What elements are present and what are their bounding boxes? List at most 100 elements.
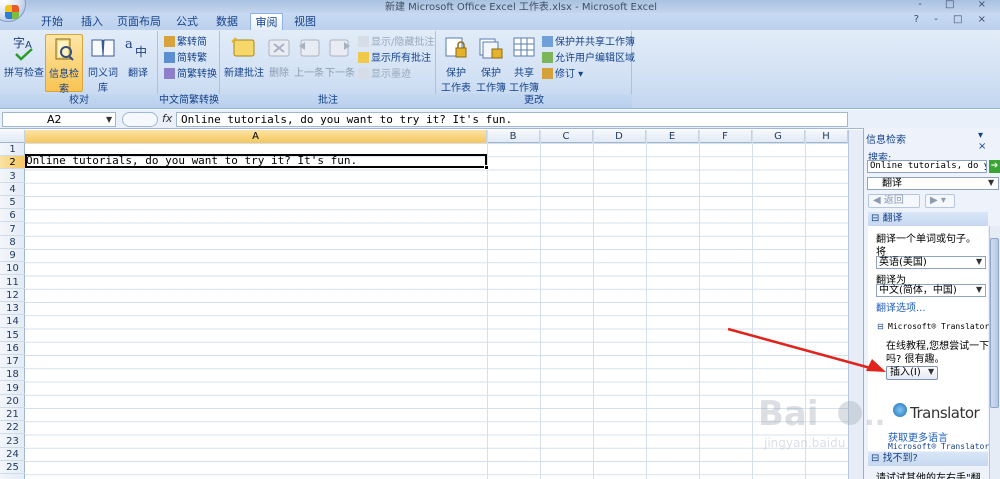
protect-sheet-button[interactable]: 保护 工作表 [440, 34, 472, 94]
research-label: 信息检索 [49, 69, 79, 95]
research-button[interactable]: 信息检索 [45, 34, 83, 95]
protect-share-button[interactable]: 保护并共享工作簿 [542, 36, 635, 50]
row-header[interactable]: 2 [0, 156, 25, 170]
column-header-d[interactable]: D [593, 130, 646, 143]
window-title: 新建 Microsoft Office Excel 工作表.xlsx - Mic… [385, 2, 658, 13]
reference-service-select[interactable]: 翻译 [867, 177, 999, 190]
row-header[interactable]: 23 [0, 435, 25, 448]
row-header[interactable]: 7 [0, 223, 25, 236]
translate-options-link[interactable]: 翻译选项... [876, 299, 926, 314]
thesaurus-button[interactable]: 同义词库 [84, 34, 122, 94]
protect-workbook-icon [479, 38, 503, 59]
cell-grid[interactable] [25, 143, 848, 479]
delete-comment-button[interactable]: 删除 [265, 34, 293, 92]
to-traditional-icon [164, 52, 175, 63]
row-header[interactable]: 25 [0, 461, 25, 475]
row-header[interactable]: 11 [0, 276, 25, 289]
tab-home[interactable]: 开始 [36, 13, 68, 30]
row-header[interactable]: 20 [0, 395, 25, 408]
row-header[interactable]: 18 [0, 368, 25, 382]
row-header[interactable]: 9 [0, 249, 25, 263]
column-header-g[interactable]: G [752, 130, 805, 143]
row-header[interactable]: 8 [0, 236, 25, 249]
research-pane-title: 信息检索 [866, 135, 906, 146]
spelling-label: 拼写检查 [4, 68, 44, 79]
protect-share-label: 保护并共享工作簿 [555, 37, 635, 48]
allow-edit-ranges-button[interactable]: 允许用户编辑区域 [542, 52, 635, 66]
row-header[interactable]: 15 [0, 329, 25, 342]
from-language-select[interactable]: 英语(美国) [876, 256, 986, 269]
column-header-e[interactable]: E [646, 130, 699, 143]
formula-input[interactable]: Online tutorials, do you want to try it?… [176, 112, 848, 127]
chevron-down-icon[interactable]: ▼ [976, 257, 982, 266]
column-header-b[interactable]: B [487, 130, 540, 143]
to-traditional-button[interactable]: 简转繁 [164, 52, 207, 66]
chevron-down-icon[interactable]: ▼ [988, 178, 994, 187]
show-all-comments-button[interactable]: 显示所有批注 [358, 52, 431, 66]
row-header[interactable]: 10 [0, 262, 25, 276]
column-header-a[interactable]: A [25, 130, 487, 143]
tab-review[interactable]: 审阅 [250, 13, 283, 30]
show-hide-comment-button[interactable]: 显示/隐藏批注 [358, 36, 434, 50]
tab-formulas[interactable]: 公式 [171, 13, 203, 30]
protect-workbook-button[interactable]: 保护 工作簿 ▾ [472, 34, 510, 105]
translate-hint: 翻译一个单词或句子。 [876, 234, 976, 245]
forward-button[interactable]: ▶ ▾ [925, 194, 955, 208]
to-simplified-button[interactable]: 繁转简 [164, 36, 207, 50]
research-pane-scroll-thumb[interactable] [990, 238, 999, 408]
track-changes-button[interactable]: 修订 ▾ [542, 68, 583, 82]
row-header[interactable]: 22 [0, 421, 25, 435]
row-header[interactable]: 16 [0, 342, 25, 355]
column-header-c[interactable]: C [540, 130, 593, 143]
row-header[interactable]: 6 [0, 209, 25, 223]
search-go-button[interactable]: ➔ [989, 160, 1000, 173]
insert-function-button[interactable]: fx [162, 112, 172, 125]
show-hide-comment-icon [358, 36, 369, 47]
translate-button[interactable]: a 中 翻译 [122, 34, 154, 92]
row-header[interactable]: 21 [0, 408, 25, 422]
proofing-group-label: 校对 [0, 94, 158, 108]
row-header[interactable]: 3 [0, 170, 25, 183]
window-controls[interactable]: - □ × [918, 0, 996, 10]
formula-bar-expand-icon[interactable] [122, 112, 158, 127]
fill-handle[interactable] [484, 165, 489, 170]
column-header-f[interactable]: F [699, 130, 752, 143]
next-comment-button[interactable]: 下一条 [325, 34, 355, 92]
spelling-button[interactable]: 字 A 拼写检查 [4, 34, 44, 92]
show-ink-button[interactable]: 显示墨迹 [358, 68, 411, 82]
row-header[interactable]: 4 [0, 183, 25, 196]
research-pane-close-icon[interactable]: ▾ × [978, 130, 1000, 152]
thesaurus-book-icon [91, 39, 115, 57]
row-header[interactable]: 24 [0, 448, 25, 461]
search-input[interactable]: Online tutorials, do you w [867, 160, 987, 173]
select-all-button[interactable] [0, 130, 25, 143]
chevron-down-icon[interactable]: ▼ [928, 367, 934, 376]
prev-comment-button[interactable]: 上一条 [294, 34, 324, 92]
to-language-select[interactable]: 中文(简体，中国) [876, 284, 986, 297]
row-header[interactable]: 5 [0, 196, 25, 210]
name-box[interactable]: A2 [2, 112, 116, 127]
row-header[interactable]: 19 [0, 382, 25, 395]
grid-line [752, 130, 753, 479]
row-header[interactable]: 17 [0, 355, 25, 369]
row-header[interactable]: 12 [0, 289, 25, 302]
tab-view[interactable]: 视图 [289, 13, 321, 30]
help-icon[interactable]: ? - □ × [914, 14, 992, 25]
back-button[interactable]: ◀ 返回 [868, 194, 920, 208]
translate-section-header[interactable]: ⊟ 翻译 [868, 212, 988, 226]
share-workbook-button[interactable]: 共享 工作簿 [508, 34, 540, 94]
chevron-down-icon[interactable]: ▼ [976, 285, 982, 294]
row-header[interactable]: 1 [0, 143, 25, 157]
row-header[interactable]: 14 [0, 315, 25, 329]
office-logo-icon [5, 5, 19, 19]
tab-insert[interactable]: 插入 [76, 13, 108, 30]
name-box-dropdown-icon[interactable]: ▼ [106, 112, 112, 127]
new-comment-button[interactable]: 新建批注 [224, 34, 264, 92]
chinese-convert-button[interactable]: 简繁转换 [164, 68, 217, 82]
row-header[interactable]: 13 [0, 302, 25, 316]
tab-data[interactable]: 数据 [211, 13, 243, 30]
to-simplified-label: 繁转简 [177, 37, 207, 48]
column-header-h[interactable]: H [805, 130, 848, 143]
tab-page-layout[interactable]: 页面布局 [114, 13, 164, 30]
delete-comment-icon [268, 39, 290, 57]
